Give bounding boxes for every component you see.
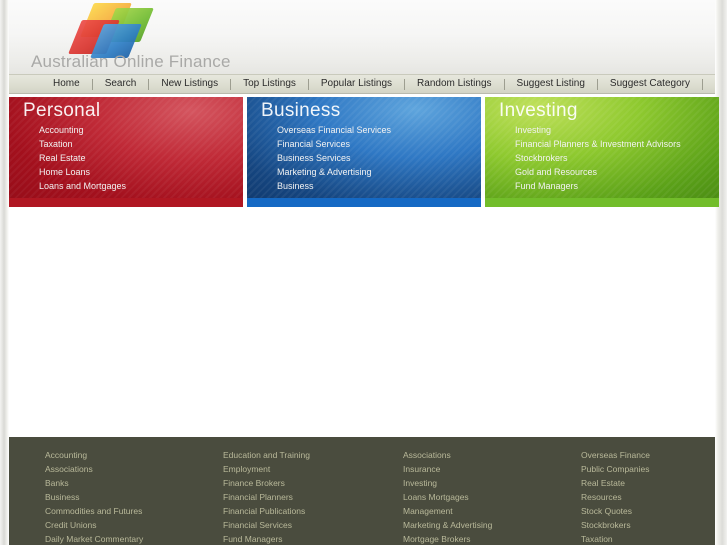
category-panel-business[interactable]: Business Overseas Financial Services Fina…	[247, 97, 481, 207]
footer-column: Associations Insurance Investing Loans Mort…	[403, 448, 581, 545]
panel-link[interactable]: Gold and Resources	[515, 165, 713, 179]
footer-link[interactable]: Fund Managers	[223, 532, 403, 545]
panel-footer-bar-business	[247, 198, 481, 207]
nav-separator	[701, 78, 703, 90]
footer-column: Education and Training Employment Finance …	[223, 448, 403, 545]
panel-links-business: Overseas Financial Services Financial Ser…	[277, 123, 475, 193]
four-tiles-logo-icon[interactable]	[68, 2, 155, 58]
nav-item-suggest-category[interactable]: Suggest Category	[598, 75, 702, 93]
main-content-area	[9, 207, 715, 437]
panel-link[interactable]: Stockbrokers	[515, 151, 713, 165]
panel-body-investing: Investing Investing Financial Planners & …	[485, 97, 719, 198]
panel-link[interactable]: Business Services	[277, 151, 475, 165]
footer-link[interactable]: Credit Unions	[45, 518, 223, 532]
panel-body-personal: Personal Accounting Taxation Real Estate Ho…	[9, 97, 243, 198]
panel-link[interactable]: Taxation	[39, 137, 237, 151]
footer-link[interactable]: Loans Mortgages	[403, 490, 581, 504]
panel-link[interactable]: Financial Planners & Investment Advisors	[515, 137, 713, 151]
footer-link[interactable]: Stock Quotes	[581, 504, 711, 518]
site-title: Australian Online Finance	[31, 52, 231, 71]
footer-link[interactable]: Employment	[223, 462, 403, 476]
panel-links-personal: Accounting Taxation Real Estate Home Loans L…	[39, 123, 237, 193]
footer-link[interactable]: Overseas Finance	[581, 448, 711, 462]
footer-link-columns: Accounting Associations Banks Business Commo…	[9, 448, 715, 545]
footer-link[interactable]: Commodities and Futures	[45, 504, 223, 518]
footer-link[interactable]: Real Estate	[581, 476, 711, 490]
main-navigation: Home Search New Listings Top Listings Popula…	[9, 74, 715, 94]
panel-link[interactable]: Business	[277, 179, 475, 193]
footer-link[interactable]: Stockbrokers	[581, 518, 711, 532]
footer-link[interactable]: Finance Brokers	[223, 476, 403, 490]
footer-link[interactable]: Banks	[45, 476, 223, 490]
panel-link[interactable]: Home Loans	[39, 165, 237, 179]
footer-link[interactable]: Associations	[45, 462, 223, 476]
nav-item-home[interactable]: Home	[41, 75, 92, 93]
panel-link[interactable]: Fund Managers	[515, 179, 713, 193]
category-panels: Personal Accounting Taxation Real Estate Ho…	[9, 97, 719, 207]
footer-link[interactable]: Business	[45, 490, 223, 504]
panel-link[interactable]: Real Estate	[39, 151, 237, 165]
footer-link[interactable]: Taxation	[581, 532, 711, 545]
panel-link[interactable]: Accounting	[39, 123, 237, 137]
panel-link[interactable]: Financial Services	[277, 137, 475, 151]
footer-link[interactable]: Mortgage Brokers	[403, 532, 581, 545]
panel-link[interactable]: Marketing & Advertising	[277, 165, 475, 179]
nav-item-new-listings[interactable]: New Listings	[149, 75, 230, 93]
footer-column: Overseas Finance Public Companies Real Est…	[581, 448, 711, 545]
category-panel-personal[interactable]: Personal Accounting Taxation Real Estate Ho…	[9, 97, 243, 207]
panel-link[interactable]: Overseas Financial Services	[277, 123, 475, 137]
panel-links-investing: Investing Financial Planners & Investment…	[515, 123, 713, 193]
footer-link[interactable]: Daily Market Commentary	[45, 532, 223, 545]
category-panel-investing[interactable]: Investing Investing Financial Planners & …	[485, 97, 719, 207]
footer-link[interactable]: Insurance	[403, 462, 581, 476]
page-left-edge	[0, 0, 9, 545]
footer-link[interactable]: Financial Services	[223, 518, 403, 532]
panel-link[interactable]: Loans and Mortgages	[39, 179, 237, 193]
panel-title-business: Business	[261, 100, 341, 121]
site-footer: Accounting Associations Banks Business Commo…	[9, 437, 715, 545]
footer-link[interactable]: Financial Planners	[223, 490, 403, 504]
footer-column: Accounting Associations Banks Business Commo…	[45, 448, 223, 545]
panel-title-investing: Investing	[499, 100, 578, 121]
nav-item-search[interactable]: Search	[93, 75, 149, 93]
page-right-edge	[715, 0, 727, 545]
nav-item-top-listings[interactable]: Top Listings	[231, 75, 308, 93]
footer-link[interactable]: Education and Training	[223, 448, 403, 462]
panel-footer-bar-personal	[9, 198, 243, 207]
page-root: Australian Online Finance Home Search New …	[0, 0, 727, 545]
panel-body-business: Business Overseas Financial Services Fina…	[247, 97, 481, 198]
footer-link[interactable]: Associations	[403, 448, 581, 462]
footer-link[interactable]: Management	[403, 504, 581, 518]
footer-link[interactable]: Public Companies	[581, 462, 711, 476]
footer-link[interactable]: Investing	[403, 476, 581, 490]
footer-link[interactable]: Resources	[581, 490, 711, 504]
nav-item-random-listings[interactable]: Random Listings	[405, 75, 503, 93]
footer-link[interactable]: Financial Publications	[223, 504, 403, 518]
site-header: Australian Online Finance	[9, 0, 715, 74]
panel-footer-bar-investing	[485, 198, 719, 207]
nav-item-suggest-listing[interactable]: Suggest Listing	[505, 75, 597, 93]
footer-link[interactable]: Accounting	[45, 448, 223, 462]
nav-item-popular-listings[interactable]: Popular Listings	[309, 75, 404, 93]
panel-title-personal: Personal	[23, 100, 101, 121]
footer-link[interactable]: Marketing & Advertising	[403, 518, 581, 532]
panel-link[interactable]: Investing	[515, 123, 713, 137]
